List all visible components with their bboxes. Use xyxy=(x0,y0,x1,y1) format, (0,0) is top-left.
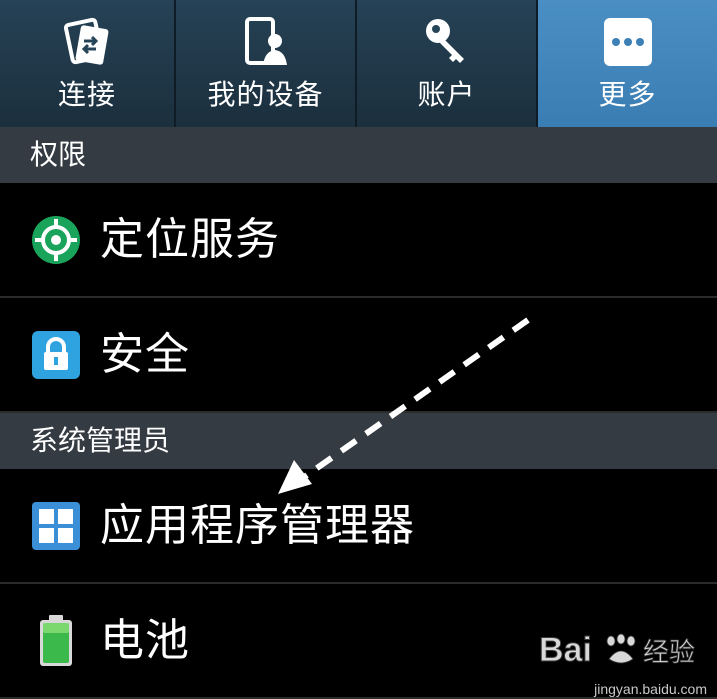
more-icon xyxy=(600,14,656,70)
tab-my-device[interactable]: 我的设备 xyxy=(176,0,357,127)
settings-screen: 连接 我的设备 账户 更多 权限 定位服务 安全 系统管理员 应用程序管理器 电… xyxy=(0,0,717,699)
list-item-location-services[interactable]: 定位服务 xyxy=(0,183,717,298)
section-header-system-admin: 系统管理员 xyxy=(0,413,717,469)
tab-label: 更多 xyxy=(598,78,657,111)
tab-accounts[interactable]: 账户 xyxy=(357,0,538,127)
item-label: 定位服务 xyxy=(100,213,280,265)
tab-label: 我的设备 xyxy=(207,78,324,111)
key-icon xyxy=(419,14,475,70)
item-label: 应用程序管理器 xyxy=(100,499,415,551)
list-item-application-manager[interactable]: 应用程序管理器 xyxy=(0,469,717,584)
svg-text:Bai: Bai xyxy=(539,631,592,669)
device-icon xyxy=(238,14,294,70)
item-label: 安全 xyxy=(100,328,190,380)
lock-icon xyxy=(30,329,82,381)
connection-icon xyxy=(59,14,115,70)
tab-more[interactable]: 更多 xyxy=(538,0,717,127)
list-item-security[interactable]: 安全 xyxy=(0,298,717,413)
grid-icon xyxy=(30,500,82,552)
tab-connections[interactable]: 连接 xyxy=(0,0,176,127)
item-label: 电池 xyxy=(100,614,190,666)
battery-icon xyxy=(30,614,82,667)
watermark-site: jingyan.baidu.com xyxy=(594,681,707,697)
tab-label: 连接 xyxy=(57,78,116,111)
svg-text:经验: 经验 xyxy=(643,638,695,668)
location-icon xyxy=(30,214,82,266)
settings-tab-bar: 连接 我的设备 账户 更多 xyxy=(0,0,717,128)
tab-label: 账户 xyxy=(417,78,476,111)
section-header-permissions: 权限 xyxy=(0,127,717,183)
baidu-jingyan-watermark: Bai 经验 xyxy=(539,631,696,670)
